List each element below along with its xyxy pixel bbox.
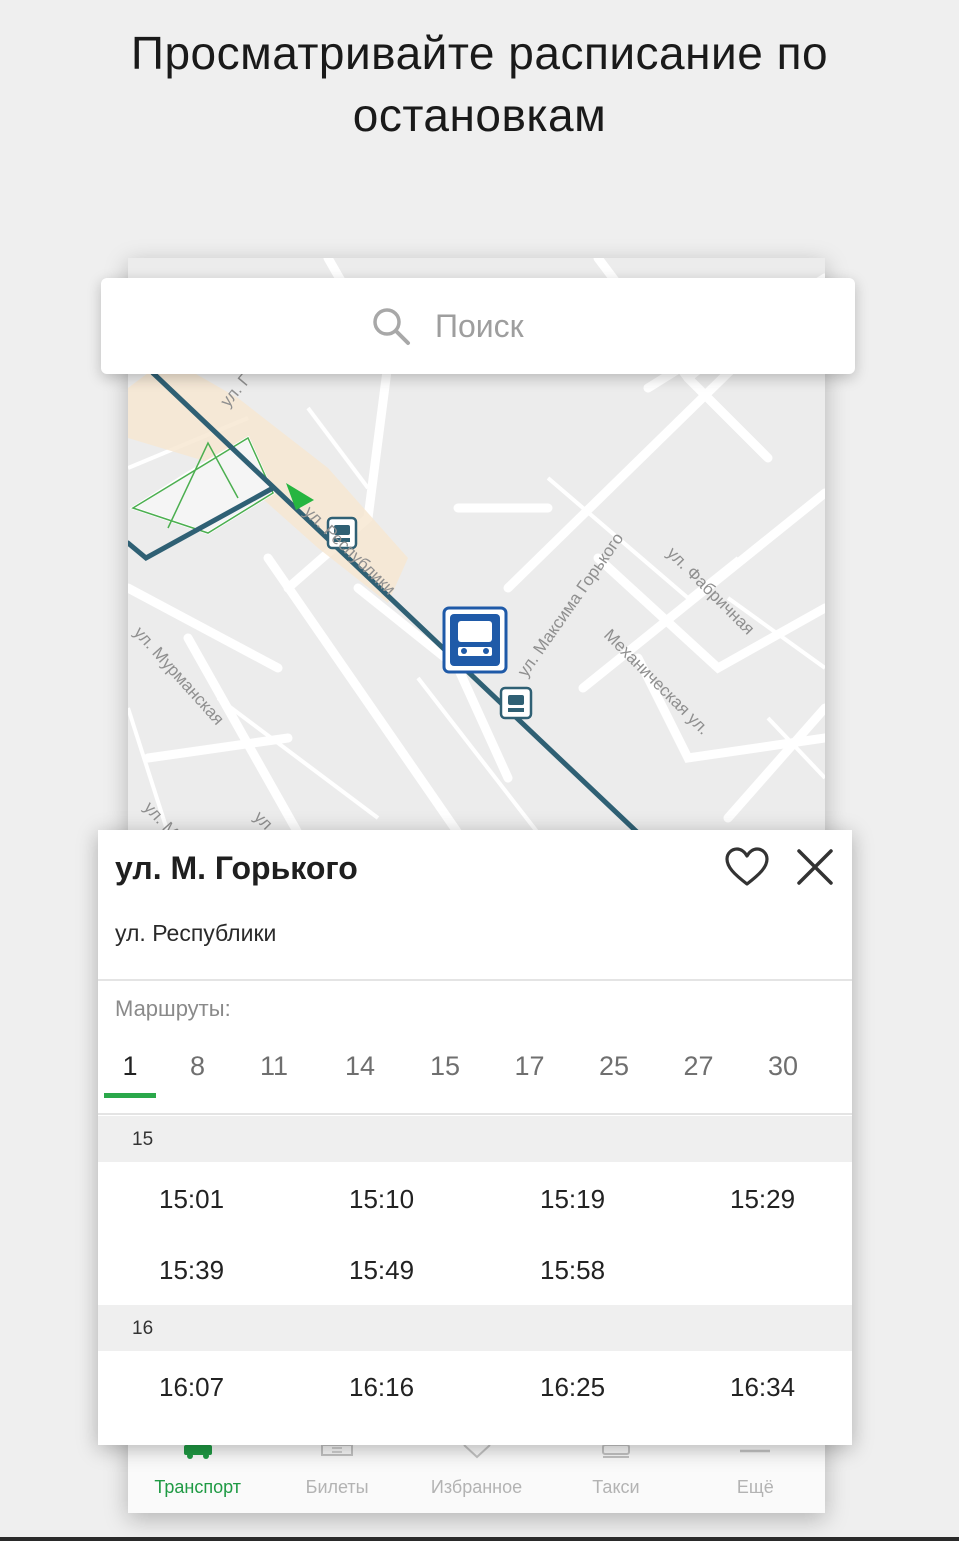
stop-marker-selected[interactable] [442, 606, 508, 674]
route-tab-14[interactable]: 14 [309, 1044, 411, 1098]
route-tab-30[interactable]: 30 [749, 1044, 817, 1098]
search-icon [373, 308, 410, 345]
nav-label-taxi: Такси [592, 1477, 640, 1497]
stop-title: ул. М. Горького [115, 850, 358, 886]
bus-icon [183, 1445, 212, 1459]
route-tab-1[interactable]: 1 [104, 1044, 156, 1098]
route-tab-17[interactable]: 17 [479, 1044, 580, 1098]
stop-subtitle: ул. Республики [115, 920, 277, 946]
hour-band-16: 16 [98, 1305, 852, 1351]
time-cell[interactable]: 15:49 [349, 1255, 414, 1286]
hour-band-15: 15 [98, 1116, 852, 1162]
route-tab-27[interactable]: 27 [648, 1044, 749, 1098]
search-input[interactable] [435, 307, 585, 345]
divider [98, 1113, 852, 1115]
stop-marker-small-2[interactable] [499, 686, 533, 720]
route-tab-15[interactable]: 15 [411, 1044, 479, 1098]
route-tab-8[interactable]: 8 [156, 1044, 239, 1098]
time-cell[interactable]: 15:39 [159, 1255, 224, 1286]
screen-bottom-edge [0, 1537, 959, 1541]
route-tab-25[interactable]: 25 [580, 1044, 648, 1098]
stop-info-sheet: ул. М. Горького ул. Республики Маршруты:… [98, 830, 852, 1445]
time-cell[interactable]: 16:25 [540, 1372, 605, 1403]
nav-item-more[interactable]: Ещё [686, 1445, 825, 1513]
bottom-navigation: Транспорт Билеты Избранное Такси Ещё [128, 1445, 825, 1513]
time-cell[interactable]: 15:19 [540, 1184, 605, 1215]
search-bar[interactable] [101, 278, 855, 374]
heart-icon [462, 1445, 491, 1459]
street-label-bottom-partial-1: ул. М [140, 798, 182, 833]
nav-item-taxi[interactable]: Такси [546, 1445, 685, 1513]
time-cell[interactable]: 15:10 [349, 1184, 414, 1215]
nav-label-transport: Транспорт [154, 1477, 241, 1497]
promo-headline-line1: Просматривайте расписание по [130, 27, 829, 79]
nav-item-favorites[interactable]: Избранное [407, 1445, 546, 1513]
time-cell[interactable]: 15:01 [159, 1184, 224, 1215]
route-tab-11[interactable]: 11 [239, 1044, 309, 1098]
time-cell[interactable]: 16:16 [349, 1372, 414, 1403]
routes-tabs: 1 8 11 14 15 17 25 27 30 [104, 1044, 852, 1098]
nav-item-tickets[interactable]: Билеты [267, 1445, 406, 1513]
routes-label: Маршруты: [115, 996, 231, 1021]
taxi-icon [601, 1445, 630, 1458]
hour-label: 16 [132, 1318, 154, 1339]
time-cell[interactable]: 16:34 [730, 1372, 795, 1403]
nav-label-favorites: Избранное [430, 1477, 523, 1497]
nav-label-tickets: Билеты [305, 1477, 369, 1497]
time-cell[interactable]: 16:07 [159, 1372, 224, 1403]
time-cell[interactable]: 15:58 [540, 1255, 605, 1286]
nav-label-more: Ещё [736, 1477, 774, 1497]
promo-headline: Просматривайте расписание по остановкам [0, 22, 959, 146]
more-icon [740, 1449, 771, 1453]
street-label-gorkogo: ул. Максима Горького [514, 529, 628, 680]
hour-label: 15 [132, 1129, 154, 1150]
nav-item-transport[interactable]: Транспорт [128, 1445, 267, 1513]
favorite-heart-icon[interactable] [724, 846, 770, 888]
time-cell[interactable]: 15:29 [730, 1184, 795, 1215]
promo-headline-line2: остановкам [352, 89, 607, 141]
ticket-icon [321, 1445, 354, 1456]
divider [98, 979, 852, 981]
close-icon[interactable] [796, 848, 834, 886]
